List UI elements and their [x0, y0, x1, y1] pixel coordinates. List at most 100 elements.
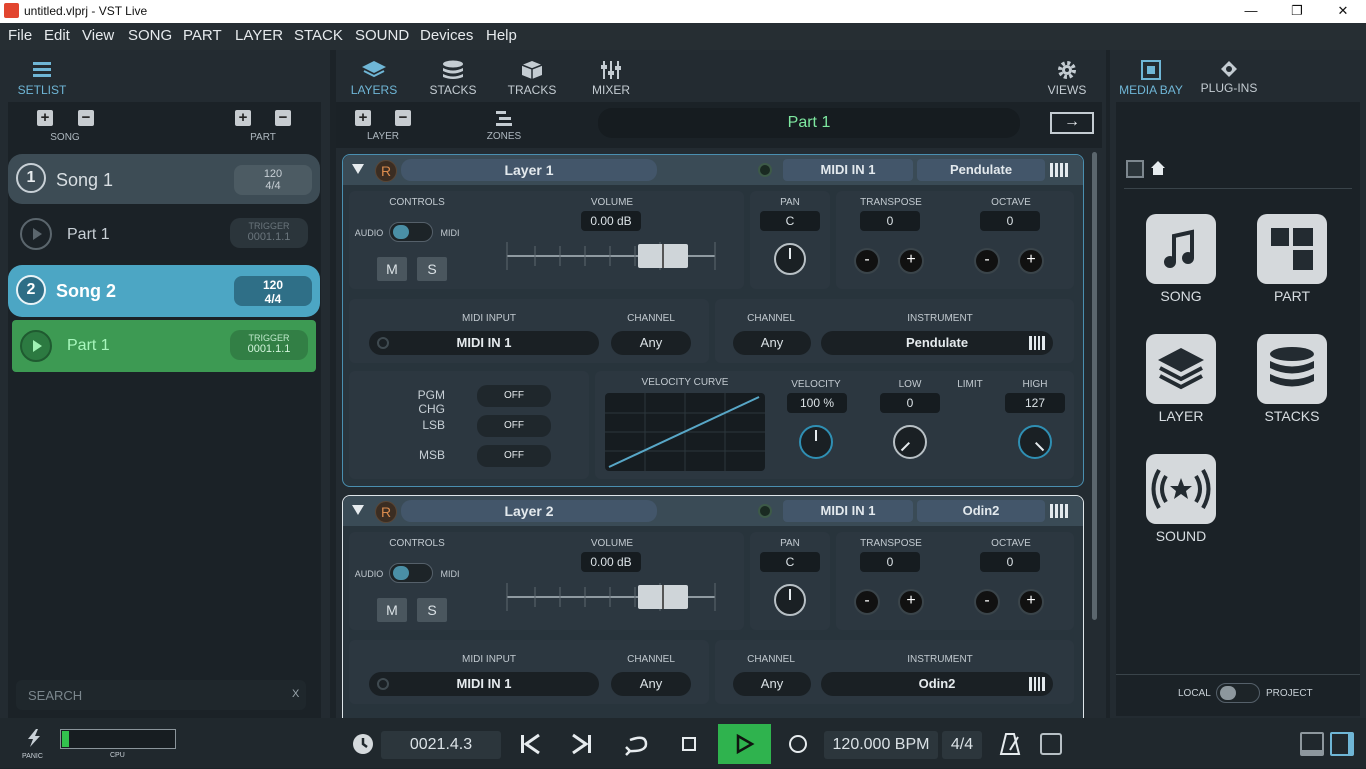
octave-plus-button[interactable]: + [1018, 248, 1044, 274]
volume-value[interactable]: 0.00 dB [581, 552, 641, 572]
pan-knob[interactable] [774, 243, 806, 275]
midi-input-select[interactable]: MIDI IN 1 [369, 331, 599, 355]
audio-midi-toggle[interactable] [389, 222, 433, 242]
piano-icon[interactable] [1050, 504, 1068, 523]
stop-button[interactable] [682, 737, 696, 751]
audio-midi-toggle[interactable] [389, 563, 433, 583]
play-button[interactable] [718, 724, 771, 764]
tab-plug-ins[interactable]: PLUG-INS [1196, 60, 1262, 95]
add-song-button[interactable]: + [37, 110, 53, 126]
media-layer-button[interactable] [1146, 334, 1216, 404]
add-layer-button[interactable]: + [355, 110, 371, 126]
menu-part[interactable]: PART [183, 27, 222, 44]
tab-layers[interactable]: LAYERS [346, 60, 402, 97]
instrument-select[interactable]: Odin2 [821, 672, 1053, 696]
octave-plus-button[interactable]: + [1018, 589, 1044, 615]
layer-instrument[interactable]: Odin2 [917, 500, 1045, 522]
layer-instrument[interactable]: Pendulate [917, 159, 1045, 181]
media-stacks-button[interactable] [1257, 334, 1327, 404]
channel-select[interactable]: Any [611, 331, 691, 355]
record-button[interactable] [789, 735, 807, 753]
tab-stacks[interactable]: STACKS [425, 60, 481, 97]
views-button[interactable]: VIEWS [1039, 60, 1095, 97]
menu-edit[interactable]: Edit [44, 27, 70, 44]
transpose-value[interactable]: 0 [860, 552, 920, 572]
clock-icon[interactable] [353, 734, 373, 754]
piano-icon[interactable] [1029, 336, 1045, 355]
signature-display[interactable]: 4/4 [942, 731, 982, 759]
play-part-button[interactable] [20, 218, 52, 250]
record-button[interactable]: R [375, 160, 397, 182]
high-value[interactable]: 127 [1005, 393, 1065, 413]
layer-midi-in[interactable]: MIDI IN 1 [783, 159, 913, 181]
rewind-button[interactable] [518, 732, 542, 761]
volume-value[interactable]: 0.00 dB [581, 211, 641, 231]
part-row[interactable]: Part 1 TRIGGER 0001.1.1 [12, 210, 318, 260]
volume-fader[interactable] [505, 236, 717, 274]
msb-toggle[interactable]: OFF [477, 445, 551, 467]
layer-name[interactable]: Layer 2 [401, 500, 657, 522]
octave-value[interactable]: 0 [980, 211, 1040, 231]
metronome-button[interactable] [998, 732, 1022, 761]
media-sound-button[interactable] [1146, 454, 1216, 524]
position-display[interactable]: 0021.4.3 [381, 731, 501, 759]
layer-name[interactable]: Layer 1 [401, 159, 657, 181]
tempo-display[interactable]: 120.000 BPM [824, 731, 938, 759]
lsb-toggle[interactable]: OFF [477, 415, 551, 437]
pgm-chg-toggle[interactable]: OFF [477, 385, 551, 407]
low-knob[interactable] [885, 417, 935, 467]
high-knob[interactable] [1010, 417, 1060, 467]
local-project-toggle[interactable] [1216, 683, 1260, 703]
mute-button[interactable]: M [377, 598, 407, 622]
instrument-channel-select[interactable]: Any [733, 672, 811, 696]
tab-tracks[interactable]: TRACKS [504, 60, 560, 97]
select-checkbox[interactable] [1126, 160, 1144, 178]
tab-media-bay[interactable]: MEDIA BAY [1116, 60, 1186, 97]
panic-button[interactable]: PANIC [22, 728, 50, 760]
menu-file[interactable]: File [8, 27, 32, 44]
midi-input-select[interactable]: MIDI IN 1 [369, 672, 599, 696]
menu-song[interactable]: SONG [128, 27, 172, 44]
transpose-value[interactable]: 0 [860, 211, 920, 231]
menu-devices[interactable]: Devices [420, 27, 473, 44]
velocity-knob[interactable] [799, 425, 833, 459]
collapse-icon[interactable] [351, 502, 365, 521]
song-row[interactable]: 1 Song 1 120 4/4 [8, 154, 320, 204]
scrollbar[interactable] [1092, 152, 1097, 620]
octave-minus-button[interactable]: - [974, 248, 1000, 274]
octave-minus-button[interactable]: - [974, 589, 1000, 615]
zones-button[interactable] [494, 110, 514, 133]
forward-button[interactable] [570, 732, 594, 761]
menu-stack[interactable]: STACK [294, 27, 343, 44]
record-button[interactable]: R [375, 501, 397, 523]
part-row-active[interactable]: Part 1 TRIGGER 0001.1.1 [12, 320, 316, 372]
search-clear-button[interactable]: X [292, 688, 299, 700]
pan-value[interactable]: C [760, 552, 820, 572]
count-in-button[interactable] [1040, 733, 1062, 755]
layer-midi-in[interactable]: MIDI IN 1 [783, 500, 913, 522]
remove-layer-button[interactable]: − [395, 110, 411, 126]
octave-value[interactable]: 0 [980, 552, 1040, 572]
home-icon[interactable] [1150, 160, 1166, 181]
instrument-channel-select[interactable]: Any [733, 331, 811, 355]
piano-icon[interactable] [1050, 163, 1068, 182]
transpose-plus-button[interactable]: + [898, 248, 924, 274]
pan-knob[interactable] [774, 584, 806, 616]
piano-icon[interactable] [1029, 677, 1045, 696]
menu-sound[interactable]: SOUND [355, 27, 409, 44]
layout-left-button[interactable] [1300, 732, 1324, 756]
maximize-button[interactable]: ❐ [1274, 0, 1320, 23]
media-song-button[interactable] [1146, 214, 1216, 284]
volume-fader[interactable] [505, 577, 717, 615]
setlist-tab[interactable]: SETLIST [12, 60, 72, 97]
remove-song-button[interactable]: − [78, 110, 94, 126]
collapse-icon[interactable] [351, 161, 365, 180]
close-button[interactable]: ✕ [1320, 0, 1366, 23]
transpose-minus-button[interactable]: - [854, 589, 880, 615]
tab-mixer[interactable]: MIXER [583, 60, 639, 97]
search-input[interactable]: SEARCH [28, 688, 82, 703]
menu-view[interactable]: View [82, 27, 114, 44]
solo-button[interactable]: S [417, 598, 447, 622]
layout-right-button[interactable] [1330, 732, 1354, 756]
low-value[interactable]: 0 [880, 393, 940, 413]
